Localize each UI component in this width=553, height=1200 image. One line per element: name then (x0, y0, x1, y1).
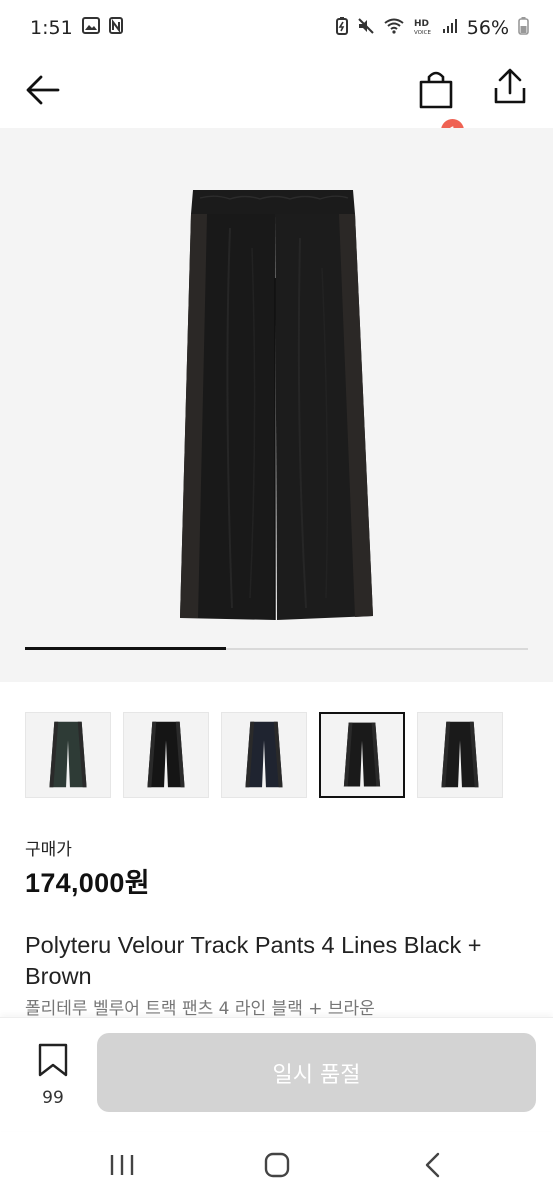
bookmark-icon (38, 1043, 68, 1077)
product-title-ko: 폴리테루 벨루어 트랙 팬츠 4 라인 블랙 + 브라운 (25, 999, 375, 1019)
hd-voice-icon: HD VOICE (413, 17, 433, 40)
thumbnail-image (343, 722, 381, 787)
shopping-bag-button[interactable] (414, 64, 468, 114)
thumbnail-image (441, 721, 479, 788)
app-header: 1 (0, 56, 553, 142)
back-button[interactable] (22, 68, 66, 112)
thumbnail-4[interactable] (319, 712, 405, 798)
home-icon (264, 1152, 290, 1178)
mute-icon (357, 17, 375, 40)
recent-apps-icon (110, 1155, 134, 1175)
gallery-progress-track (25, 647, 528, 650)
thumbnail-image (49, 721, 87, 788)
status-right: HD VOICE 56% (335, 16, 529, 40)
thumbnail-image (245, 721, 283, 788)
arrow-left-icon (26, 75, 60, 105)
wishlist-button[interactable]: 99 (30, 1042, 76, 1112)
svg-text:VOICE: VOICE (414, 30, 431, 35)
status-left: 1:51 (30, 17, 123, 39)
svg-text:HD: HD (414, 19, 429, 29)
wifi-icon (384, 17, 404, 39)
status-time: 1:51 (30, 17, 73, 39)
thumbnail-3[interactable] (221, 712, 307, 798)
thumbnail-2[interactable] (123, 712, 209, 798)
battery-percent: 56% (466, 17, 509, 39)
recent-apps-button[interactable] (100, 1145, 144, 1185)
product-image-pants (180, 190, 373, 620)
system-back-button[interactable] (410, 1145, 454, 1185)
chevron-left-icon (425, 1152, 440, 1178)
shopping-bag-icon (419, 71, 453, 109)
price-label: 구매가 (25, 840, 72, 860)
soldout-button[interactable]: 일시 품절 (97, 1033, 536, 1112)
product-title-en: Polyteru Velour Track Pants 4 Lines Blac… (25, 932, 482, 989)
gallery-notification-icon (81, 17, 100, 39)
product-image-carousel[interactable] (0, 128, 553, 682)
app-notification-icon (108, 17, 123, 39)
thumbnail-strip (25, 712, 503, 798)
system-navigation-bar (0, 1130, 553, 1200)
thumbnail-1[interactable] (25, 712, 111, 798)
gallery-progress-fill (25, 647, 227, 650)
thumbnail-5[interactable] (417, 712, 503, 798)
share-button[interactable] (488, 66, 532, 110)
signal-icon (442, 17, 458, 39)
thumbnail-image (147, 721, 185, 788)
product-price: 174,000원 (25, 868, 150, 898)
battery-saver-icon (335, 16, 348, 40)
status-bar: 1:51 HD VOICE 56% (0, 0, 553, 56)
home-button[interactable] (255, 1145, 299, 1185)
wishlist-count: 99 (42, 1088, 64, 1108)
bottom-action-bar: 99 일시 품절 (0, 1017, 553, 1131)
share-icon (494, 68, 526, 104)
battery-icon (518, 16, 529, 40)
